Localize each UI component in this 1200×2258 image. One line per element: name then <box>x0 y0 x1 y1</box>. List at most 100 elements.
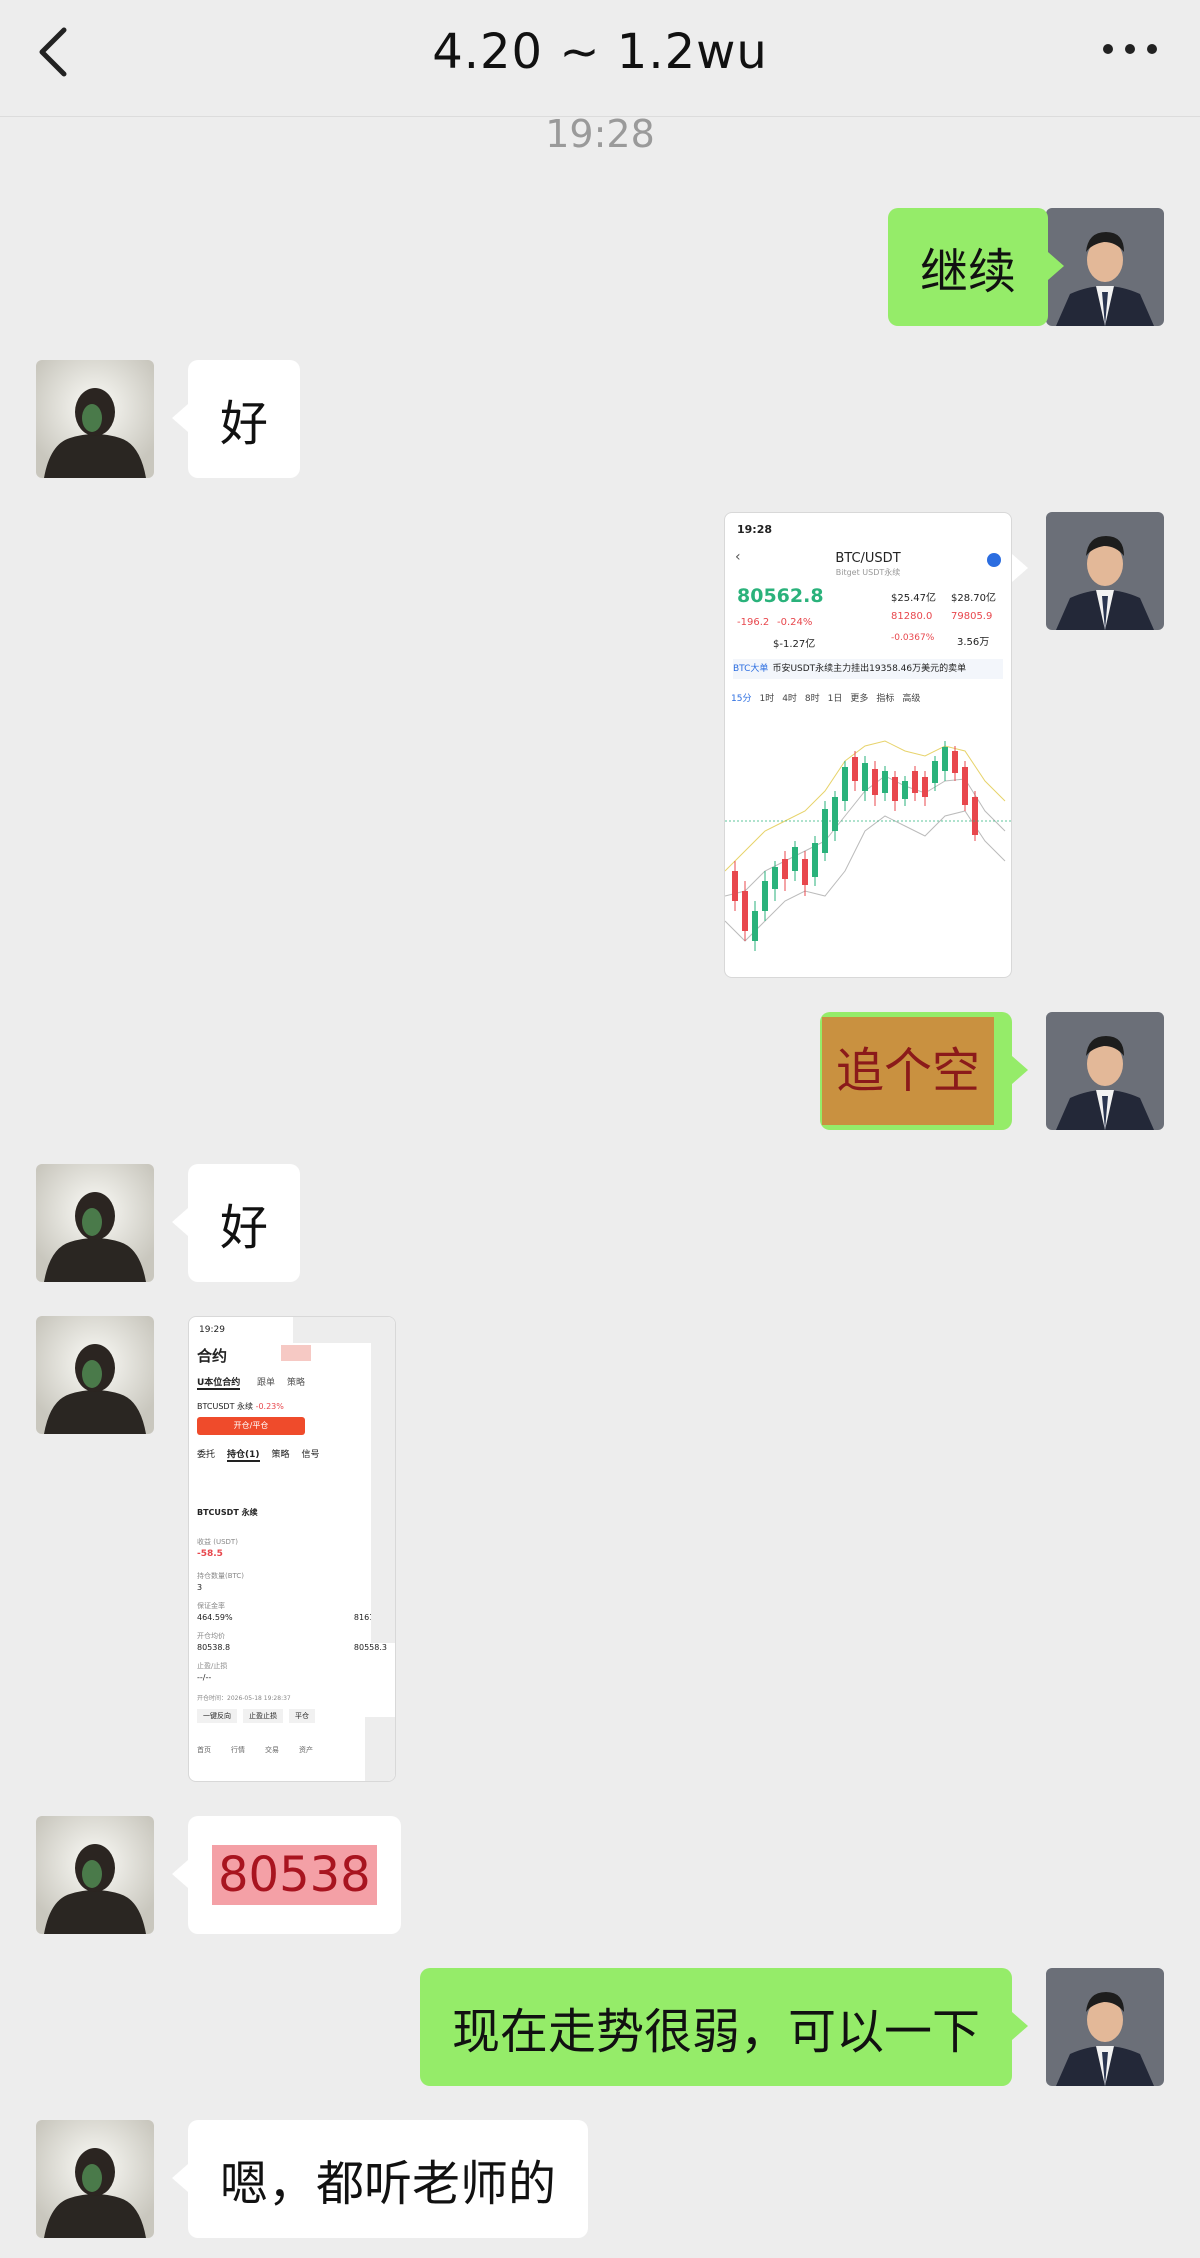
shot-subtab: 信号 <box>301 1450 320 1460</box>
shot-symbol-change: -0.23% <box>255 1402 284 1411</box>
shot-open-price: 80538.8 <box>197 1643 231 1652</box>
image-message-position[interactable]: 19:29 合约 U本位合约 跟单 策略 BTCUSDT 永续 -0.23% 开… <box>188 1316 396 1782</box>
shot-back-icon: ‹ <box>735 549 741 565</box>
shot-nav-item: 行情 <box>231 1746 245 1754</box>
shot-banner-tag: BTC大单 <box>733 664 769 674</box>
shot-tab: 高级 <box>902 694 921 704</box>
bubble-tail <box>172 1860 188 1888</box>
avatar-contact[interactable] <box>36 2120 154 2238</box>
shot-candlestick-chart <box>725 740 1011 951</box>
message-bubble-incoming[interactable]: 嗯，都听老师的 <box>188 2120 589 2238</box>
avatar-self[interactable] <box>1046 1968 1164 2086</box>
bubble-tail <box>1012 1056 1028 1084</box>
shot-roe-label: 保证金率 <box>197 1602 225 1610</box>
message-bubble-incoming[interactable]: 80538 <box>188 1816 401 1934</box>
message-text: 好 <box>220 1200 269 1256</box>
shot-position-name: BTCUSDT 永续 <box>197 1508 258 1517</box>
shot-tab: 指标 <box>876 694 895 704</box>
shot-change-pct: -0.24% <box>777 617 813 628</box>
shot-tab: 策略 <box>287 1378 306 1388</box>
shot-tab: 8时 <box>804 694 820 704</box>
message-text-highlighted: 80538 <box>212 1845 377 1905</box>
shot-timeframe-tabs: 15分 1时 4时 8时 1日 更多 指标 高级 <box>731 691 920 704</box>
shot-crop-mask <box>371 1343 395 1643</box>
shot-status-time: 19:28 <box>737 523 773 536</box>
bubble-tail <box>1012 554 1028 582</box>
shot-oi: 3.56万 <box>957 637 990 648</box>
shot-nav-item: 首页 <box>197 1746 211 1754</box>
shot-pnl: -58.5 <box>197 1549 223 1559</box>
bubble-tail <box>172 1208 188 1236</box>
shot-size-label: 持仓数量(BTC) <box>197 1572 245 1580</box>
shot-high: $28.70亿 <box>951 593 996 604</box>
shot-price: 80562.8 <box>737 585 824 607</box>
shot-roe: 464.59% <box>197 1613 233 1622</box>
shot-tab: 15分 <box>731 694 752 704</box>
shot-crop-mask <box>365 1717 395 1781</box>
shot-low2: 79805.9 <box>951 611 993 622</box>
message-bubble-outgoing[interactable]: 继续 <box>887 208 1048 326</box>
message-bubble-outgoing[interactable]: 追个空 <box>819 1012 1012 1130</box>
shot-subtabs: 委托 持仓(1) 策略 信号 <box>197 1447 320 1462</box>
shot-pair: BTC/USDT <box>835 551 901 566</box>
shot-open-time: 开仓时间：2026-05-18 19:28:37 <box>197 1695 291 1702</box>
more-dots-icon[interactable] <box>1100 34 1160 64</box>
shot-subtab: 策略 <box>271 1450 290 1460</box>
bubble-tail <box>172 404 188 432</box>
message-text: 现在走势很弱，可以一下 <box>451 2004 980 2060</box>
shot-tab: 4时 <box>782 694 797 704</box>
shot-banner-text: 币安USDT永续主力挂出19358.46万美元的卖单 <box>772 664 967 674</box>
image-message-chart[interactable]: 19:28 BTC/USDT Bitget USDT永续 ‹ 80562.8 -… <box>724 512 1012 978</box>
avatar-contact[interactable] <box>36 360 154 478</box>
shot-vol: $25.47亿 <box>891 593 936 604</box>
shot-redacted-block <box>281 1345 311 1361</box>
avatar-contact[interactable] <box>36 1164 154 1282</box>
shot-size: 3 <box>197 1583 203 1592</box>
shot-action-button: 止盈止损 <box>243 1709 283 1723</box>
shot-title: 合约 <box>197 1347 228 1365</box>
avatar-self[interactable] <box>1046 1012 1164 1130</box>
shot-symbol: BTCUSDT 永续 -0.23% <box>197 1401 284 1412</box>
shot-pnl-label: 收益 (USDT) <box>197 1538 238 1546</box>
bubble-tail <box>172 2164 188 2192</box>
shot-fund: -0.0367% <box>891 633 935 643</box>
chat-title: 4.20 ~ 1.2wu <box>432 24 768 80</box>
shot-cap: $-1.27亿 <box>773 639 816 650</box>
shot-menu-icon <box>987 553 1001 567</box>
shot-tab: 1日 <box>827 694 843 704</box>
shot-pair-sub: Bitget USDT永续 <box>835 568 901 577</box>
shot-action-button: 平仓 <box>289 1709 315 1723</box>
shot-sl-label: 止盈/止损 <box>197 1662 228 1670</box>
shot-open-button: 开仓/平仓 <box>197 1417 305 1435</box>
shot-nav-item: 资产 <box>299 1746 313 1754</box>
shot-tab: U本位合约 <box>197 1375 241 1390</box>
shot-low1: 81280.0 <box>891 611 933 622</box>
message-text: 嗯，都听老师的 <box>220 2156 557 2212</box>
shot-action-buttons: 一键反向 止盈止损 平仓 <box>197 1709 315 1723</box>
message-bubble-incoming[interactable]: 好 <box>188 360 301 478</box>
bubble-tail <box>1048 252 1064 280</box>
shot-open-label: 开仓均价 <box>197 1632 225 1640</box>
shot-subtab: 持仓(1) <box>227 1447 260 1462</box>
shot-subtab: 委托 <box>197 1450 216 1460</box>
bubble-tail <box>1012 2012 1028 2040</box>
message-bubble-outgoing[interactable]: 现在走势很弱，可以一下 <box>419 1968 1012 2086</box>
message-text: 好 <box>220 396 269 452</box>
avatar-contact[interactable] <box>36 1316 154 1434</box>
shot-tab: 跟单 <box>257 1378 276 1388</box>
shot-bottom-nav: 首页 行情 交易 资产 <box>197 1745 313 1755</box>
chat-header: 4.20 ~ 1.2wu <box>0 0 1200 117</box>
shot-mark-price: 80558.3 <box>353 1643 387 1652</box>
avatar-contact[interactable] <box>36 1816 154 1934</box>
shot-sl: --/-- <box>197 1673 212 1682</box>
avatar-self[interactable] <box>1046 512 1164 630</box>
message-bubble-incoming[interactable]: 好 <box>188 1164 301 1282</box>
shot-nav-item: 交易 <box>265 1746 279 1754</box>
message-text-highlighted: 追个空 <box>821 1017 994 1125</box>
shot-symbol-name: BTCUSDT 永续 <box>197 1402 254 1411</box>
shot-tab: 1时 <box>759 694 775 704</box>
shot-action-button: 一键反向 <box>197 1709 237 1723</box>
shot-change-abs: -196.2 <box>737 617 770 628</box>
shot-tab: 更多 <box>850 694 869 704</box>
message-text: 继续 <box>919 244 1016 300</box>
